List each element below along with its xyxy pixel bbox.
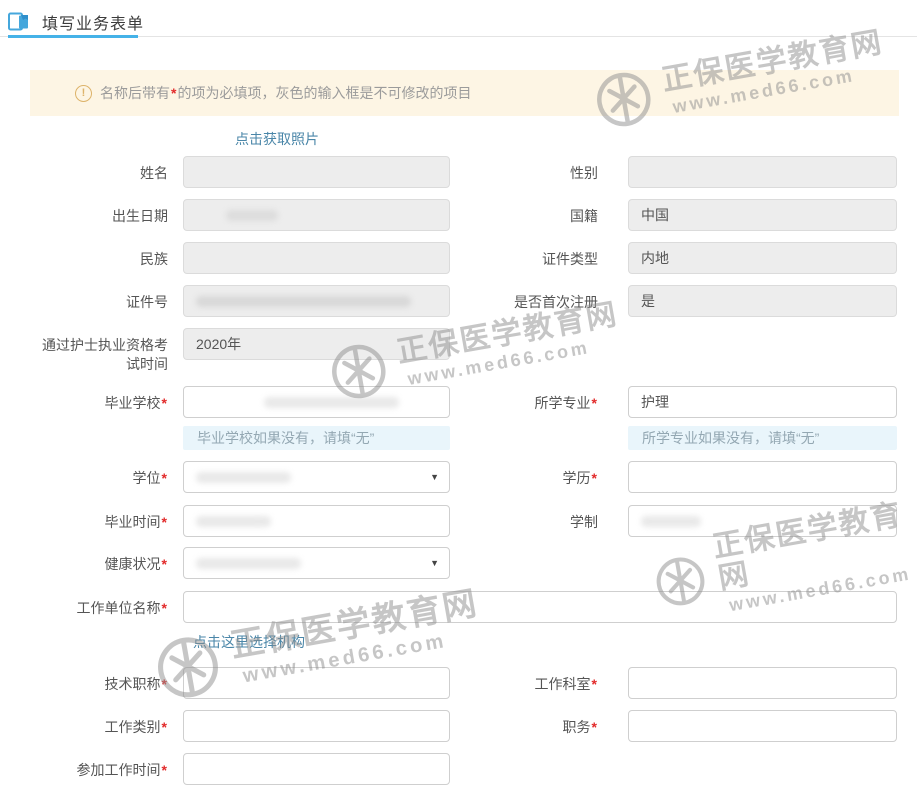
field-label: 民族	[30, 242, 168, 274]
field-label: 职务*	[450, 710, 598, 742]
chevron-down-icon: ▼	[430, 559, 439, 568]
form-row: 健康状况* ▼	[30, 547, 917, 579]
field-label: 工作单位名称*	[30, 591, 168, 623]
form-row: 毕业学校* 所学专业* 护理	[30, 386, 917, 418]
select-institution-link[interactable]: 点击这里选择机构	[193, 634, 305, 650]
health-status-select[interactable]: ▼	[183, 547, 450, 579]
field-label: 证件号	[30, 285, 168, 317]
required-asterisk: *	[161, 556, 168, 572]
nationality-input[interactable]: 中国	[628, 199, 897, 231]
page-title: 填写业务表单	[42, 10, 144, 34]
work-category-select[interactable]	[183, 710, 450, 742]
form-book-icon	[8, 12, 30, 32]
get-photo-link[interactable]: 点击获取照片	[235, 131, 319, 147]
ethnicity-input[interactable]	[183, 242, 450, 274]
field-label: 是否首次注册	[450, 285, 598, 317]
required-asterisk: *	[591, 395, 598, 411]
field-label: 技术职称*	[30, 667, 168, 699]
field-label: 学制	[450, 505, 598, 537]
field-label: 出生日期	[30, 199, 168, 231]
page-header: 填写业务表单	[0, 0, 917, 38]
notice-text: 名称后带有*的项为必填项，灰色的输入框是不可修改的项目	[100, 83, 471, 103]
field-label: 毕业时间*	[30, 505, 168, 537]
required-asterisk: *	[161, 719, 168, 735]
schooling-length-input[interactable]	[628, 505, 897, 537]
education-select[interactable]	[628, 461, 897, 493]
department-select[interactable]	[628, 667, 897, 699]
form-row: 民族 证件类型 内地	[30, 242, 917, 274]
field-label: 证件类型	[450, 242, 598, 274]
field-label: 所学专业*	[450, 386, 598, 418]
redacted-blur	[196, 472, 291, 483]
redacted-blur	[196, 516, 271, 527]
form-row: 学位* ▼ 学历*	[30, 461, 917, 493]
field-label: 参加工作时间*	[30, 753, 168, 785]
redacted-blur	[196, 558, 301, 569]
redacted-blur	[196, 296, 411, 307]
first-registration-input[interactable]: 是	[628, 285, 897, 317]
required-asterisk: *	[161, 395, 168, 411]
required-asterisk: *	[591, 676, 598, 692]
required-asterisk: *	[591, 719, 598, 735]
form-page: 填写业务表单 ! 名称后带有*的项为必填项，灰色的输入框是不可修改的项目 点击获…	[0, 0, 917, 800]
graduation-school-input[interactable]	[183, 386, 450, 418]
form-row: 毕业时间* 学制	[30, 505, 917, 537]
birthdate-input[interactable]	[183, 199, 450, 231]
warning-circle-icon: !	[75, 85, 92, 102]
technical-title-select[interactable]	[183, 667, 450, 699]
field-label: 工作类别*	[30, 710, 168, 742]
redacted-blur	[264, 397, 399, 408]
field-label: 国籍	[450, 199, 598, 231]
required-asterisk: *	[161, 762, 168, 778]
exam-pass-year-input[interactable]: 2020年	[183, 328, 450, 360]
position-select[interactable]	[628, 710, 897, 742]
form-row: 出生日期 国籍 中国	[30, 199, 917, 231]
form-row: 工作类别* 职务*	[30, 710, 917, 742]
degree-select[interactable]: ▼	[183, 461, 450, 493]
field-label: 工作科室*	[450, 667, 598, 699]
required-asterisk: *	[161, 676, 168, 692]
required-asterisk: *	[161, 600, 168, 616]
notice-bar: ! 名称后带有*的项为必填项，灰色的输入框是不可修改的项目	[30, 70, 899, 116]
graduation-date-input[interactable]	[183, 505, 450, 537]
field-label: 毕业学校*	[30, 386, 168, 418]
form-row: 技术职称* 工作科室*	[30, 667, 917, 699]
id-type-input[interactable]: 内地	[628, 242, 897, 274]
form-row: 证件号 是否首次注册 是	[30, 285, 917, 317]
required-asterisk: *	[161, 514, 168, 530]
form-row: 参加工作时间*	[30, 753, 917, 785]
field-label: 学位*	[30, 461, 168, 493]
work-start-date-input[interactable]	[183, 753, 450, 785]
field-label: 健康状况*	[30, 547, 168, 579]
redacted-blur	[226, 210, 278, 221]
chevron-down-icon: ▼	[430, 473, 439, 482]
field-label: 姓名	[30, 156, 168, 188]
major-hint: 所学专业如果没有，请填“无”	[628, 426, 897, 450]
school-hint: 毕业学校如果没有，请填“无”	[183, 426, 450, 450]
gender-input[interactable]	[628, 156, 897, 188]
form-row: 工作单位名称*	[30, 591, 917, 623]
form-row: 姓名 性别	[30, 156, 917, 188]
name-input[interactable]	[183, 156, 450, 188]
form-row: 通过护士执业资格考试时间 2020年	[30, 328, 917, 374]
header-accent-bar	[8, 35, 138, 38]
field-label: 通过护士执业资格考试时间	[30, 328, 168, 374]
redacted-blur	[641, 516, 701, 527]
field-label: 学历*	[450, 461, 598, 493]
work-unit-input[interactable]	[183, 591, 897, 623]
required-asterisk: *	[591, 470, 598, 486]
id-number-input[interactable]	[183, 285, 450, 317]
required-asterisk: *	[161, 470, 168, 486]
major-input[interactable]: 护理	[628, 386, 897, 418]
field-label: 性别	[450, 156, 598, 188]
form-row: 毕业学校如果没有，请填“无” 所学专业如果没有，请填“无”	[30, 426, 917, 450]
